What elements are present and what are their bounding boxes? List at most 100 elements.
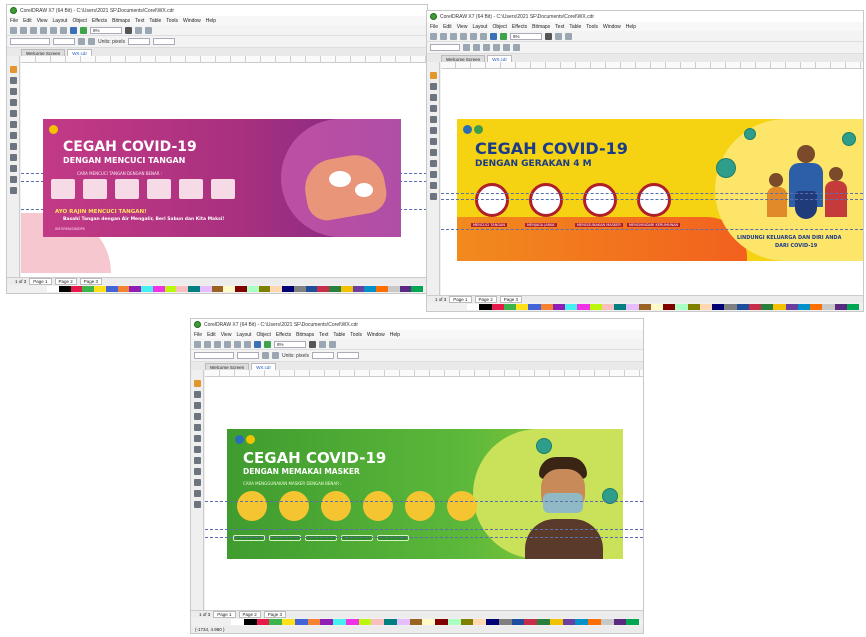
zoom-out-icon[interactable] bbox=[473, 44, 480, 51]
zoom-all-icon[interactable] bbox=[493, 44, 500, 51]
color-swatch[interactable] bbox=[650, 304, 663, 310]
options-icon[interactable] bbox=[145, 26, 152, 34]
menu-effects[interactable]: Effects bbox=[276, 332, 291, 338]
page-tab-3[interactable]: Page 3 bbox=[499, 296, 523, 303]
menu-table[interactable]: Table bbox=[149, 18, 161, 24]
zoom-level-field[interactable]: 8% bbox=[510, 32, 542, 40]
zoom-level-field[interactable]: 8% bbox=[90, 26, 122, 34]
menu-object[interactable]: Object bbox=[256, 332, 270, 338]
shape-tool-icon[interactable] bbox=[193, 391, 201, 398]
color-swatch[interactable] bbox=[129, 286, 141, 292]
color-swatch[interactable] bbox=[199, 286, 212, 292]
pick-tool-icon[interactable] bbox=[9, 66, 17, 73]
freehand-tool-icon[interactable] bbox=[9, 110, 17, 117]
color-swatch[interactable] bbox=[810, 304, 823, 310]
polygon-tool-icon[interactable] bbox=[9, 154, 17, 161]
print-icon[interactable] bbox=[224, 340, 231, 348]
color-swatch[interactable] bbox=[243, 619, 257, 625]
color-swatch[interactable] bbox=[269, 619, 282, 625]
color-swatch[interactable] bbox=[575, 619, 588, 625]
color-swatch[interactable] bbox=[663, 304, 676, 310]
color-swatch[interactable] bbox=[317, 286, 329, 292]
horizontal-ruler[interactable] bbox=[21, 56, 427, 63]
zoom-width-icon[interactable] bbox=[513, 44, 520, 51]
page-tab-2[interactable]: Page 2 bbox=[238, 611, 261, 618]
menu-view[interactable]: View bbox=[221, 332, 232, 338]
open-icon[interactable] bbox=[440, 32, 447, 40]
color-swatch[interactable] bbox=[409, 619, 423, 625]
color-swatch[interactable] bbox=[614, 304, 627, 310]
color-swatch[interactable] bbox=[447, 619, 461, 625]
color-swatch[interactable] bbox=[282, 619, 295, 625]
color-swatch[interactable] bbox=[834, 304, 847, 310]
color-swatch[interactable] bbox=[282, 286, 294, 292]
color-swatch[interactable] bbox=[340, 286, 353, 292]
color-swatch[interactable] bbox=[473, 619, 486, 625]
color-swatch[interactable] bbox=[141, 286, 153, 292]
color-swatch[interactable] bbox=[235, 286, 247, 292]
open-icon[interactable] bbox=[20, 26, 27, 34]
menu-bitmaps[interactable]: Bitmaps bbox=[112, 18, 130, 24]
guideline[interactable] bbox=[205, 529, 643, 530]
fullscreen-icon[interactable] bbox=[309, 340, 316, 348]
tab-welcome-screen[interactable]: Welcome Screen bbox=[205, 363, 250, 370]
menu-object[interactable]: Object bbox=[492, 24, 506, 30]
color-swatch[interactable] bbox=[422, 619, 435, 625]
color-swatch[interactable] bbox=[411, 286, 423, 292]
menu-view[interactable]: View bbox=[457, 24, 468, 30]
color-swatch[interactable] bbox=[524, 619, 537, 625]
pick-tool-icon[interactable] bbox=[429, 72, 437, 79]
color-swatch[interactable] bbox=[846, 304, 859, 310]
menu-window[interactable]: Window bbox=[603, 24, 621, 30]
page-tab-1[interactable]: Page 1 bbox=[213, 611, 236, 618]
color-swatch[interactable] bbox=[211, 286, 224, 292]
color-swatch[interactable] bbox=[329, 286, 341, 292]
color-swatch[interactable] bbox=[588, 619, 601, 625]
undo-icon[interactable] bbox=[470, 32, 477, 40]
zoom-selected-icon[interactable] bbox=[483, 44, 490, 51]
mask-banner[interactable]: CEGAH COVID-19 DENGAN MEMAKAI MASKER CAR… bbox=[227, 429, 623, 559]
artistic-media-icon[interactable] bbox=[429, 127, 437, 134]
options-icon[interactable] bbox=[565, 32, 572, 40]
connector-tool-icon[interactable] bbox=[193, 490, 201, 497]
menu-tools[interactable]: Tools bbox=[586, 24, 598, 30]
page-size-select[interactable] bbox=[10, 38, 50, 45]
undo-icon[interactable] bbox=[234, 340, 241, 348]
color-swatch[interactable] bbox=[467, 304, 480, 310]
color-palette[interactable] bbox=[47, 286, 423, 292]
portrait-icon[interactable] bbox=[78, 38, 85, 45]
redo-icon[interactable] bbox=[244, 340, 251, 348]
color-swatch[interactable] bbox=[376, 286, 388, 292]
color-swatch[interactable] bbox=[371, 619, 384, 625]
fullscreen-icon[interactable] bbox=[125, 26, 132, 34]
color-swatch[interactable] bbox=[152, 286, 165, 292]
color-swatch[interactable] bbox=[552, 304, 565, 310]
zoom-in-icon[interactable] bbox=[463, 44, 470, 51]
menu-window[interactable]: Window bbox=[183, 18, 201, 24]
menu-layout[interactable]: Layout bbox=[472, 24, 487, 30]
undo-icon[interactable] bbox=[50, 26, 57, 34]
4m-banner[interactable]: CEGAH COVID-19 DENGAN GERAKAN 4 M MENCUC… bbox=[457, 119, 863, 261]
color-swatch[interactable] bbox=[256, 619, 270, 625]
color-swatch[interactable] bbox=[638, 304, 651, 310]
color-swatch[interactable] bbox=[70, 286, 83, 292]
color-swatch[interactable] bbox=[164, 286, 177, 292]
import-icon[interactable] bbox=[70, 26, 77, 34]
color-swatch[interactable] bbox=[797, 304, 810, 310]
connector-tool-icon[interactable] bbox=[429, 182, 437, 189]
menu-help[interactable]: Help bbox=[206, 18, 216, 24]
color-swatch[interactable] bbox=[540, 304, 553, 310]
color-swatch[interactable] bbox=[333, 619, 346, 625]
interactive-fill-icon[interactable] bbox=[429, 193, 437, 200]
snap-to-icon[interactable] bbox=[319, 340, 326, 348]
redo-icon[interactable] bbox=[480, 32, 487, 40]
open-icon[interactable] bbox=[204, 340, 211, 348]
page-tab-1[interactable]: Page 1 bbox=[449, 296, 472, 303]
guideline[interactable] bbox=[441, 199, 863, 200]
color-swatch[interactable] bbox=[785, 304, 798, 310]
color-swatch[interactable] bbox=[176, 286, 188, 292]
color-swatch[interactable] bbox=[460, 619, 474, 625]
rectangle-tool-icon[interactable] bbox=[429, 138, 437, 145]
zoom-level-field[interactable]: 8% bbox=[274, 340, 306, 348]
ellipse-tool-icon[interactable] bbox=[9, 143, 17, 150]
